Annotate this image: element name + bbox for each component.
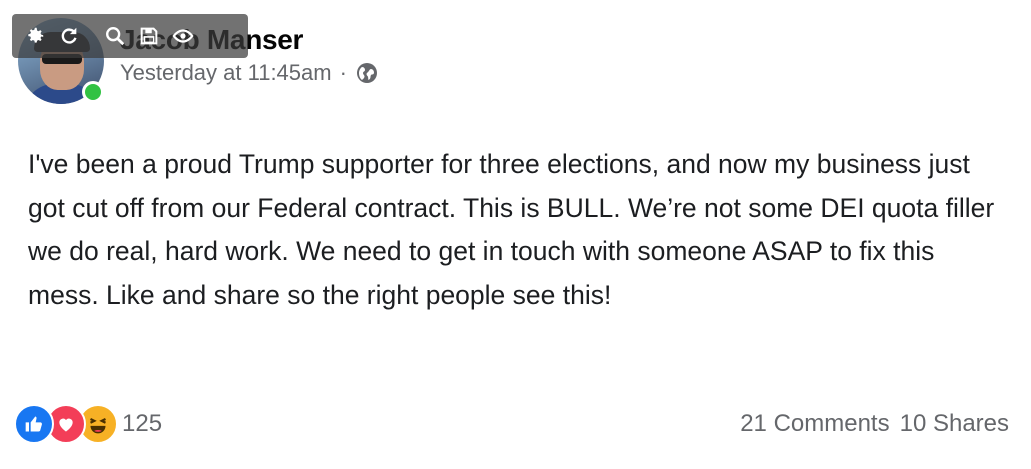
online-status-indicator [82, 81, 104, 103]
globe-icon[interactable] [355, 61, 379, 85]
search-icon[interactable] [100, 21, 130, 51]
comments-count-link[interactable]: 21 Comments [740, 410, 889, 438]
view-icon[interactable] [168, 21, 198, 51]
shares-count-link[interactable]: 10 Shares [900, 410, 1009, 438]
save-icon[interactable] [134, 21, 164, 51]
post-body-text: I've been a proud Trump supporter for th… [28, 149, 995, 310]
reaction-count: 125 [122, 410, 163, 437]
reactions-summary[interactable]: 125 [14, 404, 162, 444]
refresh-icon[interactable] [54, 21, 84, 51]
overlay-toolbar [12, 14, 248, 58]
post-timestamp[interactable]: Yesterday at 11:45am [120, 60, 332, 86]
settings-icon[interactable] [20, 21, 50, 51]
engagement-stats: 21 Comments 10 Shares [740, 410, 1009, 438]
post-meta: Yesterday at 11:45am · [120, 60, 379, 86]
like-icon [14, 404, 54, 444]
meta-separator: · [339, 60, 347, 85]
